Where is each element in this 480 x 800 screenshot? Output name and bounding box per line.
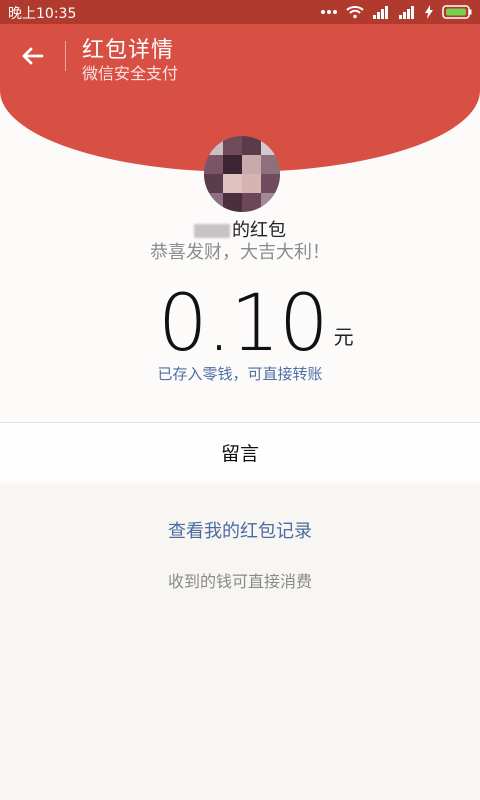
signal-icon-2 (398, 5, 416, 19)
message-button-label: 留言 (220, 442, 259, 465)
message-button[interactable]: 留言 (0, 423, 480, 481)
arrow-left-icon (22, 47, 44, 65)
amount-display: 0.10 元 (158, 284, 354, 364)
signal-icon (372, 5, 390, 19)
avatar[interactable] (204, 136, 280, 212)
page-subtitle: 微信安全支付 (82, 64, 179, 83)
footer-note: 收到的钱可直接消费 (167, 572, 312, 591)
sender-name-redacted (194, 224, 230, 238)
back-button[interactable] (14, 38, 50, 74)
amount-value: 0.10 (158, 279, 329, 369)
wifi-icon (346, 5, 364, 19)
status-icons (320, 2, 472, 22)
greeting-text: 恭喜发财，大吉大利！ (150, 242, 330, 263)
deposit-note-link[interactable]: 已存入零钱，可直接转账 (0, 363, 480, 384)
avatar-image (204, 136, 280, 212)
header-divider (65, 41, 66, 71)
status-bar: 晚上10:35 (0, 0, 480, 24)
more-dots-icon (320, 9, 338, 15)
status-time: 晚上10:35 (8, 6, 77, 22)
battery-icon (442, 5, 472, 19)
view-records-link[interactable]: 查看我的红包记录 (0, 517, 480, 543)
amount-unit: 元 (333, 325, 354, 349)
charging-icon (424, 5, 434, 19)
